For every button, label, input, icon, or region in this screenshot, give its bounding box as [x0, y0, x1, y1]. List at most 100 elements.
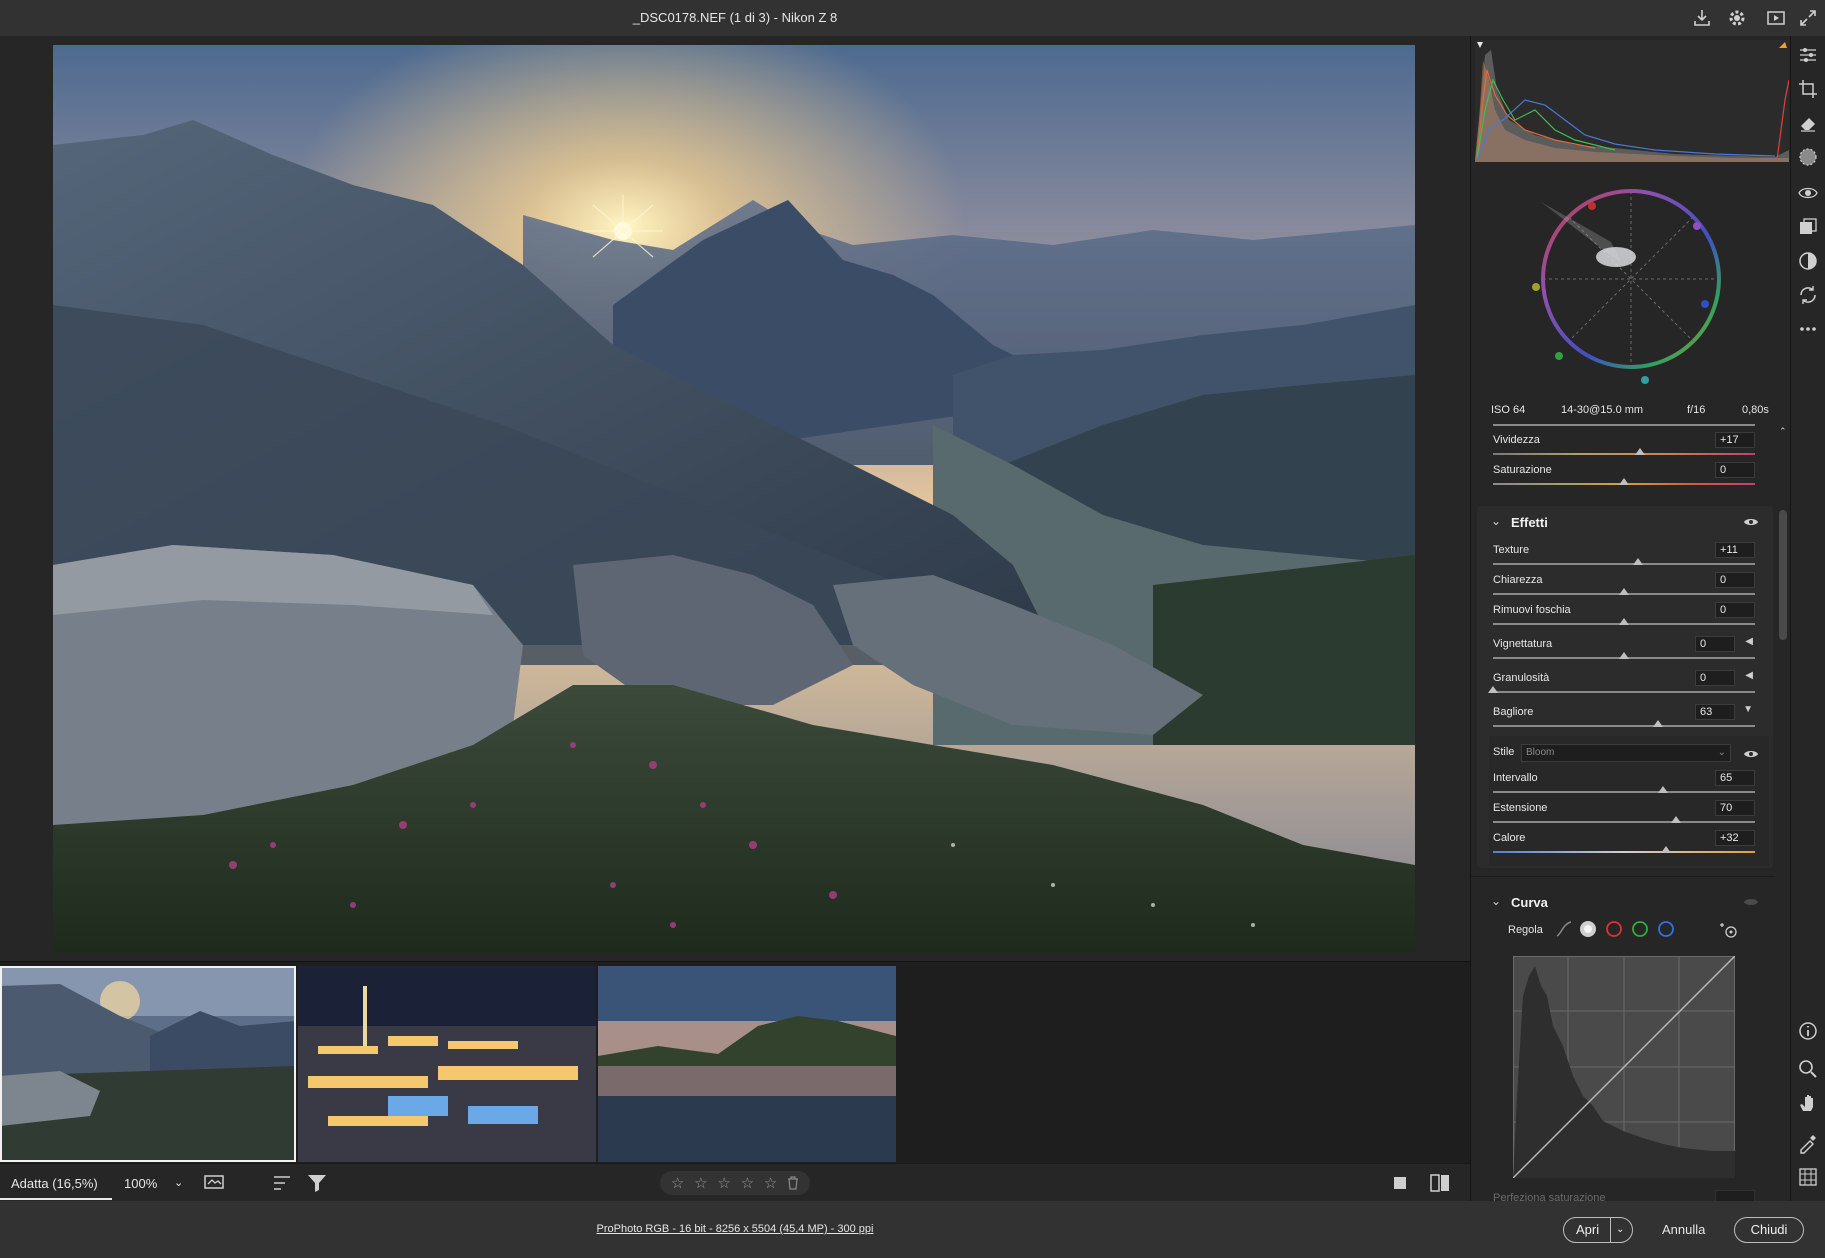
slider-value-input[interactable]: 65	[1715, 770, 1755, 786]
slider-track[interactable]	[1493, 720, 1755, 727]
slider-saturation[interactable]: Saturazione 0	[1471, 462, 1775, 492]
grid-overlay-icon[interactable]	[1797, 1166, 1819, 1188]
sort-icon[interactable]	[272, 1174, 294, 1192]
slider-thumb[interactable]	[1633, 558, 1644, 565]
slider-glow[interactable]: Bagliore 63 ▼	[1471, 704, 1775, 734]
tone-curve-graph[interactable]	[1513, 956, 1735, 1178]
zoom-dropdown-chevron-icon[interactable]: ⌄	[174, 1176, 183, 1189]
settings-icon[interactable]	[1726, 7, 1748, 29]
slider-track[interactable]	[1493, 816, 1755, 823]
open-options-chevron-icon[interactable]: ⌄	[1616, 1218, 1624, 1242]
slider-value-input[interactable]: 0	[1695, 670, 1735, 686]
collapse-triangle-icon[interactable]: ▼	[1743, 704, 1753, 715]
collapse-chevron-icon[interactable]: ⌄	[1491, 894, 1501, 908]
slider-warmth[interactable]: Calore +32	[1471, 830, 1775, 860]
refresh-icon[interactable]	[1797, 284, 1819, 306]
scroll-up-icon[interactable]: ⌃	[1779, 426, 1787, 437]
collapse-chevron-icon[interactable]: ⌄	[1491, 514, 1501, 528]
info-icon[interactable]	[1797, 1020, 1819, 1042]
slider-thumb[interactable]	[1619, 652, 1629, 659]
edit-sliders-icon[interactable]	[1797, 44, 1819, 66]
main-photo[interactable]	[53, 45, 1415, 953]
visibility-eye-icon[interactable]	[1743, 516, 1759, 528]
filmstrip-thumbnail[interactable]	[298, 966, 596, 1162]
zoom-icon[interactable]	[1797, 1058, 1819, 1080]
filmstrip-thumbnail[interactable]	[598, 966, 896, 1162]
green-channel-icon[interactable]	[1631, 920, 1649, 938]
slider-extent[interactable]: Estensione 70	[1471, 800, 1775, 830]
slider-thumb[interactable]	[1671, 816, 1682, 823]
style-dropdown[interactable]: Bloom ⌄	[1521, 744, 1731, 762]
red-channel-icon[interactable]	[1605, 920, 1623, 938]
target-adjustment-icon[interactable]	[1719, 920, 1739, 940]
slider-clarity[interactable]: Chiarezza 0	[1471, 572, 1775, 602]
slider-track[interactable]	[1493, 618, 1755, 625]
filmstrip-thumbnail[interactable]	[0, 966, 296, 1162]
slider-value-input[interactable]: 0	[1715, 602, 1755, 618]
visibility-eye-icon[interactable]	[1743, 896, 1759, 908]
filmstrip-options-icon[interactable]	[203, 1173, 229, 1193]
slider-thumb[interactable]	[1634, 448, 1645, 455]
white-balance-eyedropper-icon[interactable]	[1797, 1132, 1819, 1154]
slider-value-input[interactable]: 0	[1715, 462, 1755, 478]
blue-channel-icon[interactable]	[1657, 920, 1675, 938]
presets-icon[interactable]	[1797, 216, 1819, 238]
snapshots-icon[interactable]	[1797, 250, 1819, 272]
expand-triangle-icon[interactable]: ◀	[1745, 670, 1753, 681]
slider-thumb[interactable]	[1619, 618, 1629, 625]
star-icon[interactable]: ☆	[717, 1174, 730, 1192]
slider-track[interactable]	[1493, 558, 1755, 565]
star-icon[interactable]: ☆	[694, 1174, 707, 1192]
panel-scroll-area[interactable]: Vividezza +17 Saturazione 0 ⌄ Effetti Te…	[1471, 424, 1775, 1201]
slider-track[interactable]	[1493, 846, 1755, 853]
slider-track[interactable]	[1493, 588, 1755, 595]
slider-value-input[interactable]: +17	[1715, 432, 1755, 448]
filter-icon[interactable]	[306, 1173, 328, 1193]
mask-icon[interactable]	[1797, 146, 1819, 168]
slider-vividness[interactable]: Vividezza +17	[1471, 432, 1775, 462]
slider-value-input[interactable]: 70	[1715, 800, 1755, 816]
fullscreen-icon[interactable]	[1797, 7, 1819, 29]
image-preview-area[interactable]	[0, 36, 1470, 961]
slider-value-input[interactable]: 0	[1695, 636, 1735, 652]
effects-header[interactable]: ⌄ Effetti	[1483, 510, 1773, 538]
slider-track[interactable]	[1493, 448, 1755, 455]
slider-thumb[interactable]	[1619, 588, 1629, 595]
scrollbar-thumb[interactable]	[1779, 510, 1787, 640]
slider-track[interactable]	[1493, 652, 1755, 659]
zoom-fit-button[interactable]: Adatta (16,5%)	[11, 1176, 98, 1191]
slider-grain[interactable]: Granulosità 0 ◀	[1471, 670, 1775, 700]
single-view-icon[interactable]	[1391, 1174, 1411, 1192]
slider-value-input[interactable]: 63	[1695, 704, 1735, 720]
trash-icon[interactable]	[787, 1176, 799, 1190]
visibility-eye-icon[interactable]	[1743, 748, 1759, 760]
panel-scrollbar[interactable]: ⌃	[1775, 424, 1791, 1201]
zoom-100-button[interactable]: 100%	[124, 1176, 157, 1191]
cancel-button[interactable]: Annulla	[1662, 1222, 1705, 1237]
slider-thumb[interactable]	[1660, 846, 1671, 853]
slider-texture[interactable]: Texture +11	[1471, 542, 1775, 572]
slider-value-input[interactable]: +32	[1715, 830, 1755, 846]
expand-triangle-icon[interactable]: ◀	[1745, 636, 1753, 647]
workflow-options-link[interactable]: ProPhoto RGB - 16 bit - 8256 x 5504 (45,…	[0, 1223, 1470, 1235]
star-icon[interactable]: ☆	[741, 1174, 754, 1192]
slider-track[interactable]	[1493, 478, 1755, 485]
crop-icon[interactable]	[1797, 78, 1819, 100]
slideshow-icon[interactable]	[1765, 7, 1787, 29]
star-rating[interactable]: ☆ ☆ ☆ ☆ ☆	[660, 1171, 810, 1195]
refine-saturation-input[interactable]	[1715, 1190, 1755, 1201]
slider-track[interactable]	[1488, 686, 1755, 693]
more-options-icon[interactable]	[1797, 318, 1819, 340]
point-curve-white-icon[interactable]	[1579, 920, 1597, 938]
before-after-icon[interactable]	[1428, 1172, 1452, 1194]
parametric-curve-icon[interactable]	[1555, 920, 1573, 938]
slider-thumb[interactable]	[1619, 478, 1629, 485]
save-image-icon[interactable]	[1691, 7, 1713, 29]
curve-header[interactable]: ⌄ Curva	[1483, 890, 1773, 918]
close-button[interactable]: Chiudi	[1734, 1217, 1804, 1243]
star-icon[interactable]: ☆	[671, 1174, 684, 1192]
slider-thumb[interactable]	[1653, 720, 1664, 727]
color-grading-wheel[interactable]	[1531, 162, 1731, 396]
red-eye-icon[interactable]	[1797, 182, 1819, 204]
slider-track[interactable]	[1493, 786, 1755, 793]
